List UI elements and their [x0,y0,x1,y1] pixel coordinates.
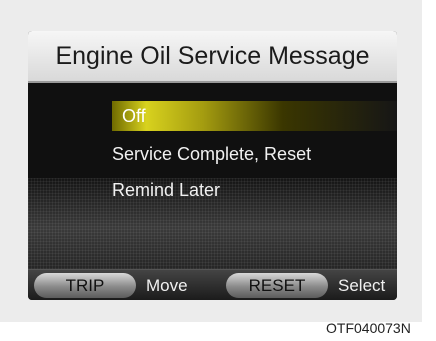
select-action-label: Select [338,276,386,295]
trip-button[interactable]: TRIP [34,273,136,298]
screen-title: Engine Oil Service Message [28,31,397,83]
menu-item-service-complete-reset[interactable]: Service Complete, Reset [112,139,311,169]
reset-button[interactable]: RESET [226,273,328,298]
menu-list: Off Service Complete, Reset Remind Later [28,83,397,269]
menu-item-remind-later[interactable]: Remind Later [112,175,220,205]
control-hint-bar: TRIP Move RESET Select [28,269,397,300]
move-action-label: Move [146,276,188,295]
menu-item-off[interactable]: Off [112,101,397,131]
cluster-display: Engine Oil Service Message Off Service C… [28,31,397,300]
figure-code: OTF040073N [326,320,411,336]
figure-frame: Engine Oil Service Message Off Service C… [0,0,422,322]
